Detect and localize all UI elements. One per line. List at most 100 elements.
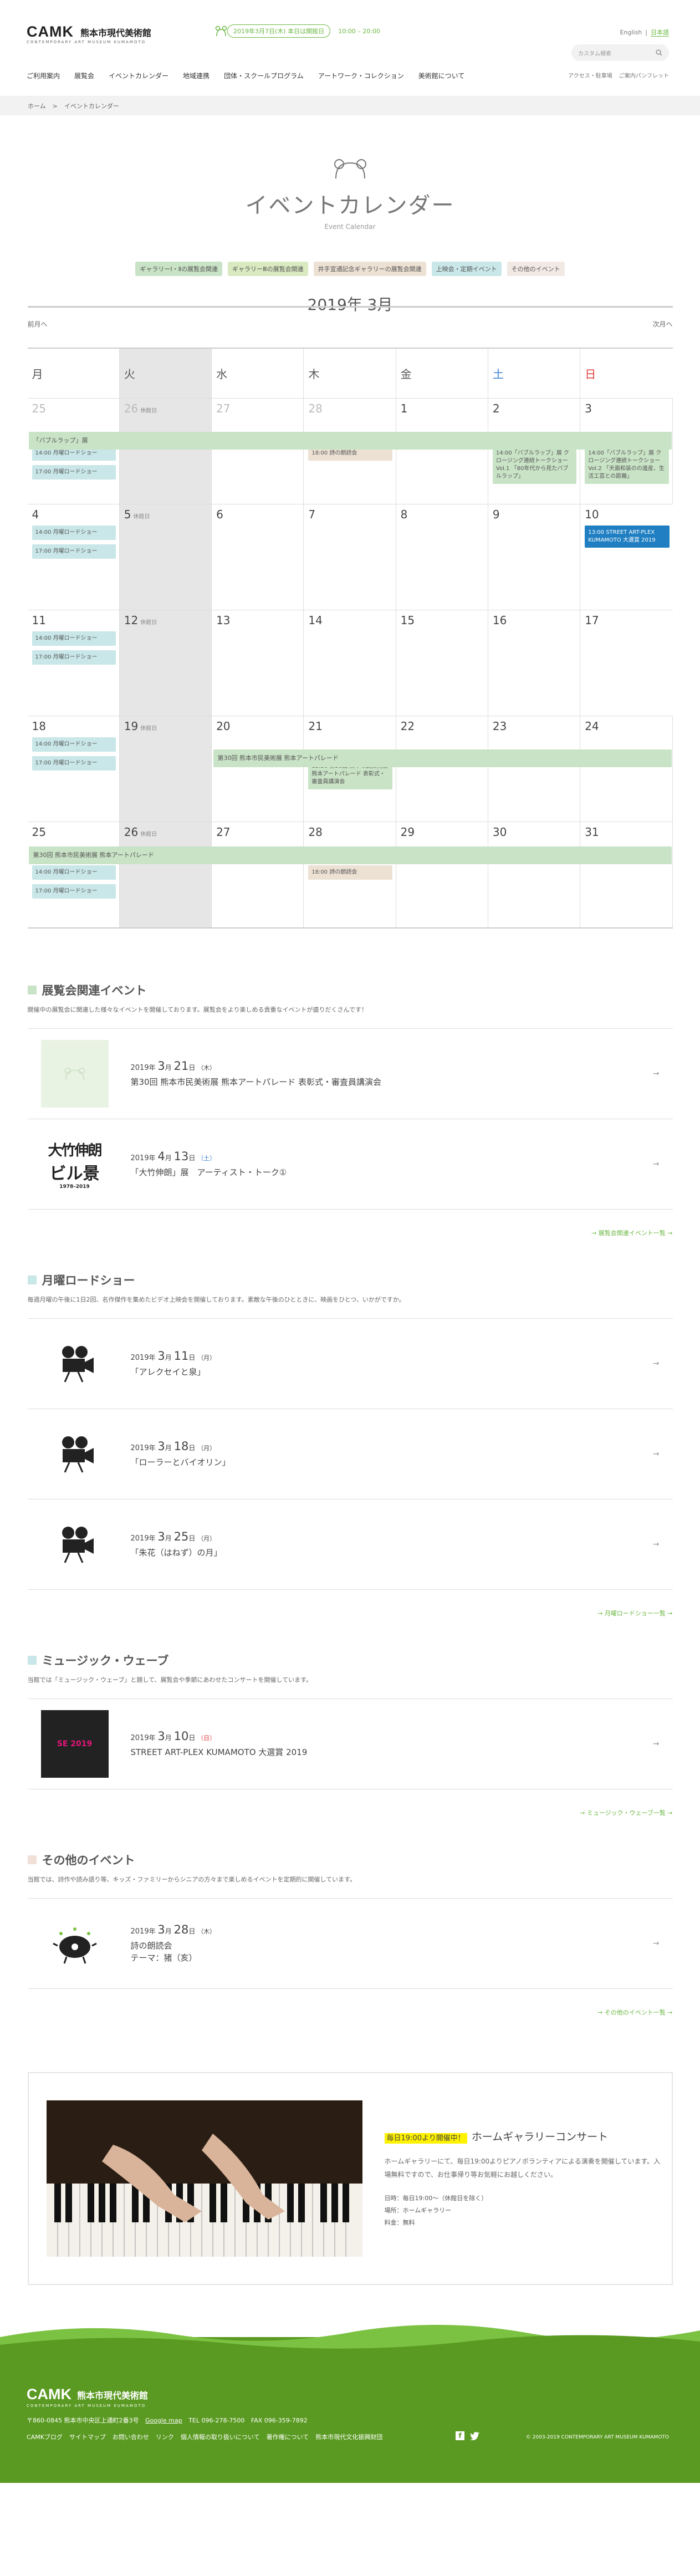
day-cell: 3 14:00「バブルラップ」展 クロージング連続トークショー Vol.2 「天… bbox=[580, 399, 673, 504]
day-cell: 25 14:00 月曜ロードショー 17:00 月曜ロードショー bbox=[28, 822, 120, 927]
more-link[interactable]: → その他のイベント一覧 → bbox=[28, 2008, 672, 2017]
event-link[interactable]: 13:00 STREET ART-PLEX KUMAMOTO 大選賞 2019 bbox=[585, 526, 670, 548]
nav-about[interactable]: 美術館について bbox=[418, 71, 465, 80]
event-link[interactable]: 18:00 詩の朗読会 bbox=[308, 865, 392, 880]
event-link[interactable]: 17:00 月曜ロードショー bbox=[32, 756, 116, 771]
event-title: 詩の朗読会 bbox=[130, 1941, 172, 1951]
event-link[interactable]: 14:00「バブルラップ」展 クロージング連続トークショー Vol.2 「天面和… bbox=[585, 446, 669, 484]
day-cell: 22 bbox=[396, 716, 488, 822]
day-cell: 26 休館日 bbox=[119, 399, 212, 504]
hills-decoration bbox=[0, 2324, 700, 2354]
day-cell: 13 bbox=[212, 610, 304, 716]
category-legend: ギャラリーⅠ・Ⅱの展覧会関連 ギャラリーⅢの展覧会関連 井手宣通記念ギャラリーの… bbox=[0, 262, 700, 276]
event-list-item[interactable]: 2019年 3月 25日 （月） 「朱花（はねず）の月」 → bbox=[27, 1499, 673, 1590]
event-info: 2019年 3月 25日 （月） 「朱花（はねず）の月」 bbox=[131, 1530, 222, 1559]
day-cell: 27 bbox=[212, 399, 304, 504]
calendar-week: 25 14:00 月曜ロードショー 17:00 月曜ロードショー 26 休館日 2… bbox=[28, 822, 673, 927]
footer-link-links[interactable]: リンク bbox=[156, 2432, 174, 2441]
day-cell: 21 13:30 第30回 熊本市民美術展 熊本アートパレード 表彰式・審査員講… bbox=[304, 716, 396, 822]
language-switch: English | 日本語 bbox=[620, 29, 669, 37]
legend-screenings[interactable]: 上映会・定期イベント bbox=[431, 262, 502, 276]
event-list-item[interactable]: SE 2019 2019年 3月 10日 （日） STREET ART-PLEX… bbox=[27, 1699, 673, 1789]
lang-japanese-link[interactable]: 日本語 bbox=[651, 29, 669, 37]
more-link[interactable]: → 展覧会関連イベント一覧 → bbox=[28, 1228, 672, 1237]
event-info: 2019年 4月 13日 （土） 「大竹伸朗」展 アーティスト・トーク① bbox=[131, 1150, 287, 1179]
day-cell: 9 bbox=[488, 504, 581, 610]
event-thumbnail: 大竹伸朗 ビル景 1978–2019 bbox=[40, 1130, 109, 1198]
site-logo[interactable]: CAMK 熊本市現代美術館 bbox=[27, 23, 151, 40]
day-number: 26 休館日 bbox=[124, 402, 157, 415]
nav-collection[interactable]: アートワーク・コレクション bbox=[318, 71, 404, 80]
event-date: 2019年 4月 13日 （土） bbox=[130, 1150, 216, 1163]
event-link[interactable]: 14:00 月曜ロードショー bbox=[32, 865, 116, 880]
event-link[interactable]: 14:00 月曜ロードショー bbox=[32, 526, 116, 540]
subnav-access[interactable]: アクセス・駐車場 bbox=[568, 71, 612, 79]
event-link[interactable]: 14:00 月曜ロードショー bbox=[32, 631, 116, 646]
event-thumbnail bbox=[40, 1040, 109, 1108]
subnav-pamphlet[interactable]: ご案内パンフレット bbox=[619, 71, 669, 79]
footer-link-foundation[interactable]: 熊本市現代文化振興財団 bbox=[315, 2432, 382, 2441]
section-title: ミュージック・ウェーブ bbox=[27, 1652, 673, 1669]
event-list-item[interactable]: 2019年 3月 18日 （月） 「ローラーとバイオリン」 → bbox=[27, 1409, 673, 1499]
twitter-icon[interactable] bbox=[470, 2431, 480, 2440]
facebook-icon[interactable]: f bbox=[456, 2431, 464, 2440]
breadcrumb-separator: > bbox=[52, 102, 58, 110]
event-link[interactable]: 14:00「バブルラップ」展 クロージング連続トークショー Vol.1 「80年… bbox=[492, 446, 577, 484]
event-link[interactable]: 14:00 月曜ロードショー bbox=[32, 737, 116, 752]
event-calendar: 月 火 水 木 金 土 日 25 14:00 月曜ロードショー 17:00 月曜… bbox=[27, 348, 673, 929]
logo-main-text: CAMK bbox=[27, 23, 74, 40]
nav-community[interactable]: 地域連携 bbox=[183, 71, 210, 80]
search-box[interactable]: カスタム検索 bbox=[571, 44, 669, 61]
concert-meta: 日時：毎日19:00～（休館日を除く） 場所：ホームギャラリー 料金：無料 bbox=[385, 2192, 662, 2229]
day-number: 3 bbox=[585, 402, 592, 415]
event-link[interactable]: 17:00 月曜ロードショー bbox=[32, 650, 116, 665]
nav-guide[interactable]: ご利用案内 bbox=[27, 71, 60, 80]
nav-event-calendar[interactable]: イベントカレンダー bbox=[109, 71, 168, 80]
more-link[interactable]: → 月曜ロードショー一覧 → bbox=[28, 1609, 672, 1618]
event-link[interactable]: 17:00 月曜ロードショー bbox=[32, 544, 116, 559]
event-link[interactable]: 17:00 月曜ロードショー bbox=[32, 465, 116, 480]
search-input[interactable]: カスタム検索 bbox=[578, 49, 611, 57]
social-links: f bbox=[456, 2431, 480, 2440]
legend-other[interactable]: その他のイベント bbox=[507, 262, 565, 276]
exhibition-events-section: 展覧会関連イベント 開催中の展覧会に関連した様々なイベントを開催しております。展… bbox=[27, 982, 673, 1237]
nav-school-program[interactable]: 団体・スクールプログラム bbox=[224, 71, 304, 80]
footer-link-blog[interactable]: CAMKブログ bbox=[27, 2432, 63, 2441]
event-list-item[interactable]: 大竹伸朗 ビル景 1978–2019 2019年 4月 13日 （土） 「大竹伸… bbox=[27, 1119, 673, 1210]
breadcrumb-home[interactable]: ホーム bbox=[28, 101, 46, 110]
day-cell: 14 bbox=[304, 610, 396, 716]
legend-gallery-1-2[interactable]: ギャラリーⅠ・Ⅱの展覧会関連 bbox=[135, 262, 223, 276]
calendar-week: 18 14:00 月曜ロードショー 17:00 月曜ロードショー 19 休館日 2… bbox=[27, 716, 673, 822]
event-thumbnail bbox=[41, 1910, 109, 1977]
nav-exhibitions[interactable]: 展覧会 bbox=[74, 71, 94, 80]
exhibition-span-bar[interactable]: 「バブルラップ」展 bbox=[28, 432, 672, 450]
event-list-item[interactable]: 2019年 3月 28日 （木） 詩の朗読会 テーマ：猪（亥） → bbox=[27, 1899, 673, 1989]
day-number: 27 bbox=[216, 402, 231, 415]
event-info: 2019年 3月 28日 （木） 詩の朗読会 テーマ：猪（亥） bbox=[131, 1923, 216, 1964]
footer-link-copyright[interactable]: 著作権について bbox=[267, 2432, 309, 2441]
concert-date: 日時：毎日19:00～（休館日を除く） bbox=[384, 2194, 488, 2202]
footer-logo[interactable]: CAMK 熊本市現代美術館 bbox=[27, 2386, 148, 2403]
weekday-tue: 火 bbox=[119, 349, 212, 398]
square-icon bbox=[27, 986, 37, 994]
exhibition-span-bar[interactable]: 第30回 熊本市民美術展 熊本アートパレード bbox=[28, 846, 672, 864]
legend-gallery-3[interactable]: ギャラリーⅢの展覧会関連 bbox=[228, 262, 308, 276]
weekday-thu: 木 bbox=[304, 349, 396, 398]
footer-link-contact[interactable]: お問い合わせ bbox=[113, 2432, 149, 2441]
footer-link-sitemap[interactable]: サイトマップ bbox=[69, 2432, 106, 2441]
calendar-week: 11 14:00 月曜ロードショー 17:00 月曜ロードショー 12 休館日 1… bbox=[27, 610, 673, 716]
footer-logo-jp: 熊本市現代美術館 bbox=[77, 2390, 149, 2401]
event-date: 2019年 3月 25日 （月） bbox=[130, 1530, 216, 1543]
exhibition-span-bar[interactable]: 第30回 熊本市民美術展 熊本アートパレード bbox=[213, 749, 672, 767]
event-list-item[interactable]: 2019年 3月 21日 （木） 第30回 熊本市民美術展 熊本アートパレード … bbox=[27, 1029, 673, 1119]
search-icon[interactable] bbox=[656, 49, 662, 56]
event-list-item[interactable]: 2019年 3月 11日 （月） 「アレクセイと泉」 → bbox=[27, 1319, 673, 1409]
more-link[interactable]: → ミュージック・ウェーブ一覧 → bbox=[28, 1808, 672, 1817]
event-link[interactable]: 17:00 月曜ロードショー bbox=[32, 884, 116, 899]
lang-english-link[interactable]: English bbox=[620, 29, 642, 36]
google-map-link[interactable]: Google map bbox=[145, 2417, 182, 2424]
footer-link-privacy[interactable]: 個人情報の取り扱いについて bbox=[181, 2432, 260, 2441]
open-notice: 2019年3月7日(木) 本日は開館日 10:00 – 20:00 bbox=[215, 24, 380, 38]
legend-ide-gallery[interactable]: 井手宣通記念ギャラリーの展覧会関連 bbox=[313, 262, 426, 276]
day-cell: 7 bbox=[304, 504, 396, 610]
